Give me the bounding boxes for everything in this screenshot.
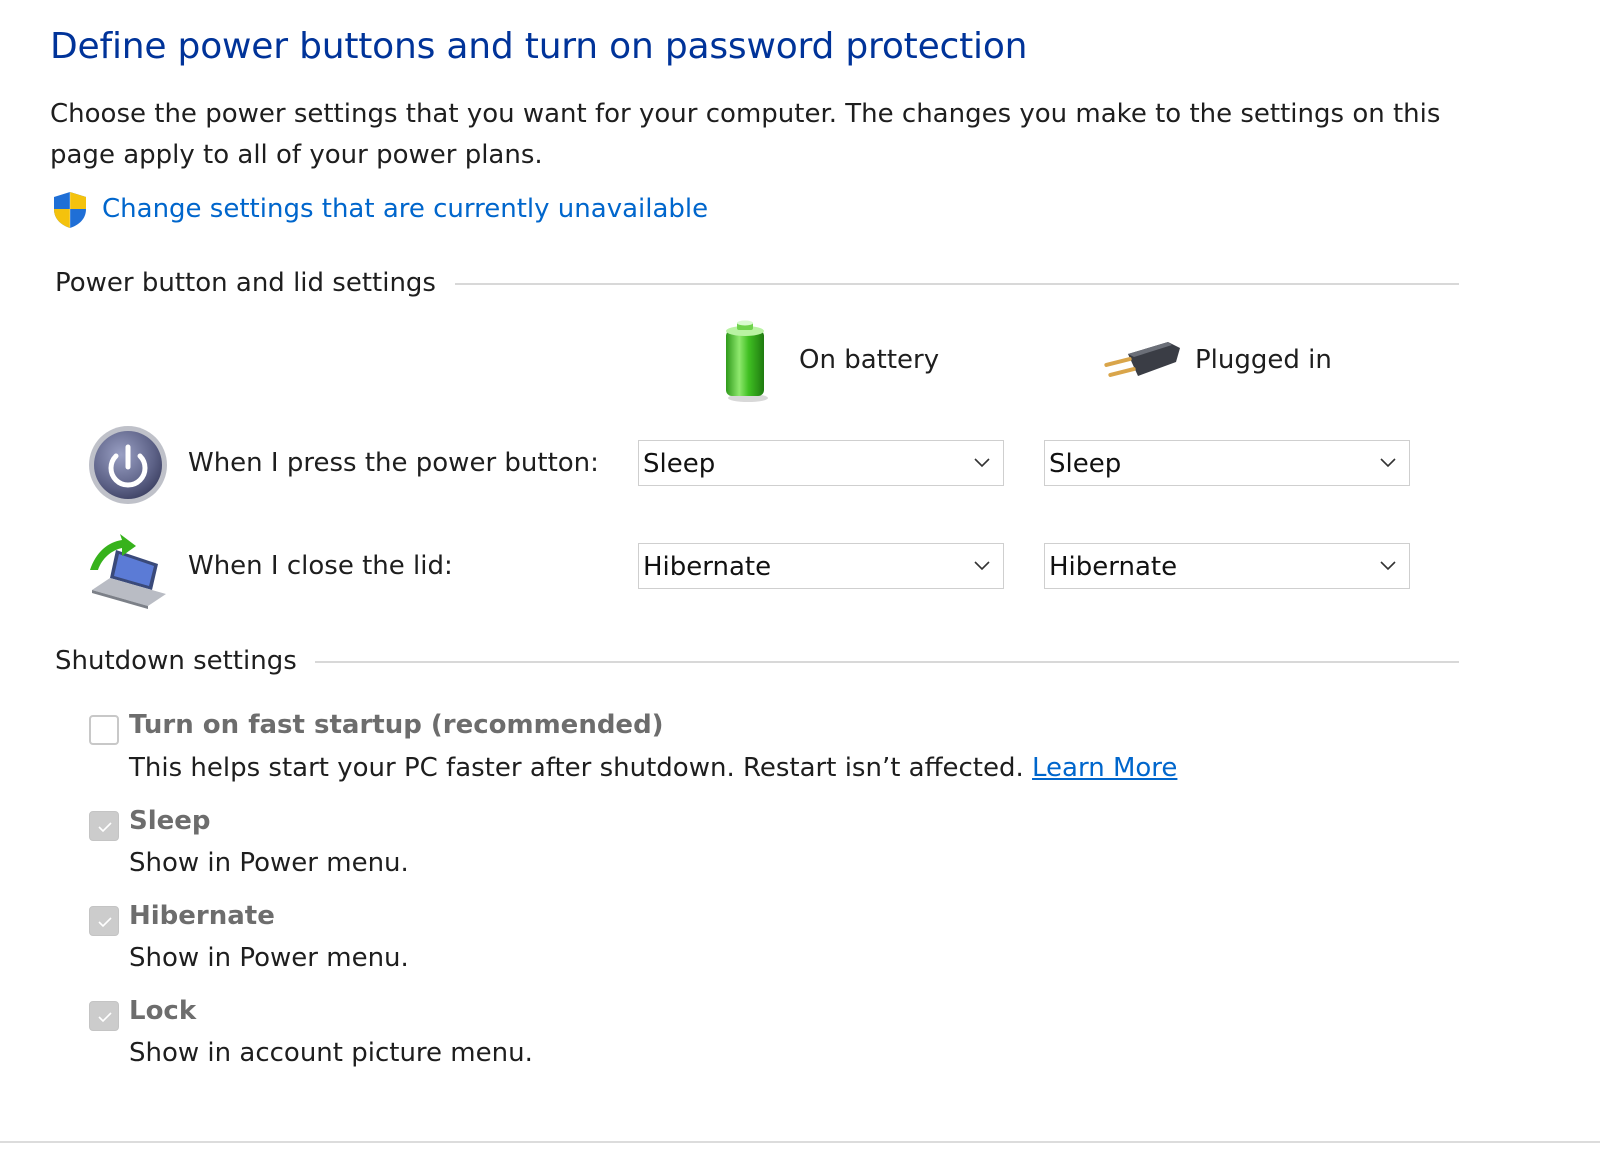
lock-description: Show in account picture menu. <box>129 1038 533 1068</box>
chevron-down-icon <box>974 458 990 468</box>
close-lid-label: When I close the lid: <box>188 551 453 581</box>
page-title: Define power buttons and turn on passwor… <box>50 26 1028 67</box>
hibernate-checkbox[interactable] <box>89 906 119 936</box>
lock-checkbox[interactable] <box>89 1001 119 1031</box>
footer-divider <box>0 1141 1600 1143</box>
dropdown-value: Sleep <box>643 449 716 479</box>
power-group-divider <box>455 283 1459 285</box>
chevron-down-icon <box>974 561 990 571</box>
page-description: Choose the power settings that you want … <box>50 99 1441 170</box>
checkmark-icon <box>98 1012 112 1023</box>
sleep-description: Show in Power menu. <box>129 848 409 878</box>
lock-label: Lock <box>129 996 197 1026</box>
power-button-on-battery-dropdown[interactable]: Sleep <box>638 440 1004 486</box>
close-lid-plugged-in-dropdown[interactable]: Hibernate <box>1044 543 1410 589</box>
uac-shield-icon <box>54 192 86 228</box>
power-plug-icon <box>1104 342 1180 377</box>
power-button-label: When I press the power button: <box>188 448 599 478</box>
fast-startup-label: Turn on fast startup (recommended) <box>129 710 664 740</box>
checkmark-icon <box>98 822 112 833</box>
hibernate-label: Hibernate <box>129 901 275 931</box>
chevron-down-icon <box>1380 458 1396 468</box>
on-battery-header: On battery <box>799 345 940 375</box>
power-group-title: Power button and lid settings <box>55 268 436 298</box>
learn-more-link[interactable]: Learn More <box>1032 753 1177 783</box>
fast-startup-description-text: This helps start your PC faster after sh… <box>129 753 1024 783</box>
shutdown-group-divider <box>315 661 1459 663</box>
fast-startup-checkbox[interactable] <box>89 715 119 745</box>
fast-startup-description: This helps start your PC faster after sh… <box>129 753 1177 783</box>
battery-icon <box>726 320 768 402</box>
checkmark-icon <box>98 917 112 928</box>
power-button-icon <box>89 426 167 504</box>
hibernate-description: Show in Power menu. <box>129 943 409 973</box>
dropdown-value: Hibernate <box>1049 552 1178 582</box>
close-lid-on-battery-dropdown[interactable]: Hibernate <box>638 543 1004 589</box>
power-button-plugged-in-dropdown[interactable]: Sleep <box>1044 440 1410 486</box>
plugged-in-header: Plugged in <box>1195 345 1332 375</box>
chevron-down-icon <box>1380 561 1396 571</box>
dropdown-value: Sleep <box>1049 449 1122 479</box>
sleep-checkbox[interactable] <box>89 811 119 841</box>
laptop-lid-icon <box>90 534 166 609</box>
sleep-label: Sleep <box>129 806 211 836</box>
dropdown-value: Hibernate <box>643 552 772 582</box>
shutdown-group-title: Shutdown settings <box>55 646 297 676</box>
change-settings-link[interactable]: Change settings that are currently unava… <box>102 194 708 224</box>
